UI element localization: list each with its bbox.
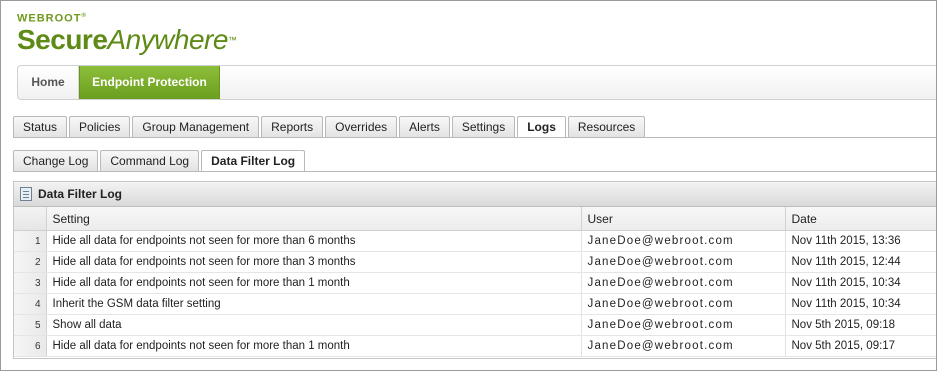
table-header-row: Setting User Date	[14, 207, 936, 231]
tab-status[interactable]: Status	[13, 116, 68, 137]
setting-cell: Hide all data for endpoints not seen for…	[46, 272, 582, 294]
setting-cell: Hide all data for endpoints not seen for…	[46, 230, 582, 252]
date-cell: Nov 5th 2015, 09:18	[785, 314, 936, 336]
user-cell: JaneDoe@webroot.com	[581, 251, 786, 273]
nav-home-button[interactable]: Home	[18, 66, 79, 99]
row-number: 1	[14, 230, 47, 252]
date-cell: Nov 11th 2015, 13:36	[785, 230, 936, 252]
table-row[interactable]: 2 Hide all data for endpoints not seen f…	[14, 251, 936, 273]
setting-cell: Inherit the GSM data filter setting	[46, 293, 582, 315]
data-filter-log-table: Setting User Date 1 Hide all data for en…	[14, 207, 936, 357]
user-cell: JaneDoe@webroot.com	[581, 314, 786, 336]
webroot-logo: WEBROOT® SecureAnywhere™	[17, 11, 237, 55]
row-number: 4	[14, 293, 47, 315]
subtab-command-log[interactable]: Command Log	[100, 150, 200, 171]
date-cell: Nov 5th 2015, 09:17	[785, 335, 936, 357]
tab-policies[interactable]: Policies	[69, 116, 131, 137]
tab-settings[interactable]: Settings	[451, 116, 516, 137]
main-tabs: Status Policies Group Management Reports…	[13, 116, 646, 138]
table-row[interactable]: 1 Hide all data for endpoints not seen f…	[14, 230, 936, 252]
user-cell: JaneDoe@webroot.com	[581, 293, 786, 315]
setting-cell: Hide all data for endpoints not seen for…	[46, 251, 582, 273]
nav-endpoint-protection-button[interactable]: Endpoint Protection	[79, 66, 220, 99]
tab-group-management[interactable]: Group Management	[132, 116, 260, 137]
tab-divider	[13, 137, 936, 138]
setting-cell: Hide all data for endpoints not seen for…	[46, 335, 582, 357]
panel-header: Data Filter Log	[14, 182, 936, 207]
subtab-change-log[interactable]: Change Log	[13, 150, 99, 171]
table-row[interactable]: 4 Inherit the GSM data filter setting Ja…	[14, 293, 936, 315]
log-document-icon	[20, 187, 32, 201]
user-cell: JaneDoe@webroot.com	[581, 335, 786, 357]
logo-brand: WEBROOT®	[17, 12, 87, 25]
subtab-divider	[13, 171, 936, 172]
setting-cell: Show all data	[46, 314, 582, 336]
tab-reports[interactable]: Reports	[261, 116, 324, 137]
data-filter-log-panel: Data Filter Log Setting User Date 1 Hide…	[13, 181, 936, 359]
top-nav: Home Endpoint Protection	[17, 65, 936, 100]
user-cell: JaneDoe@webroot.com	[581, 230, 786, 252]
user-cell: JaneDoe@webroot.com	[581, 272, 786, 294]
date-cell: Nov 11th 2015, 12:44	[785, 251, 936, 273]
table-row[interactable]: 3 Hide all data for endpoints not seen f…	[14, 272, 936, 294]
row-number: 3	[14, 272, 47, 294]
subtab-data-filter-log[interactable]: Data Filter Log	[201, 150, 306, 172]
tab-logs[interactable]: Logs	[517, 116, 566, 138]
log-subtabs: Change Log Command Log Data Filter Log	[13, 150, 306, 172]
app-window: WEBROOT® SecureAnywhere™ Home Endpoint P…	[0, 0, 937, 371]
row-number: 6	[14, 335, 47, 357]
row-number: 5	[14, 314, 47, 336]
tab-alerts[interactable]: Alerts	[399, 116, 450, 137]
column-header-rownum	[14, 207, 47, 231]
panel-title: Data Filter Log	[38, 187, 123, 201]
column-header-date[interactable]: Date	[785, 207, 936, 231]
tab-resources[interactable]: Resources	[567, 116, 646, 137]
column-header-setting[interactable]: Setting	[46, 207, 582, 231]
date-cell: Nov 11th 2015, 10:34	[785, 293, 936, 315]
row-number: 2	[14, 251, 47, 273]
column-header-user[interactable]: User	[581, 207, 786, 231]
logo-product: SecureAnywhere™	[17, 23, 237, 55]
tab-overrides[interactable]: Overrides	[325, 116, 398, 137]
date-cell: Nov 11th 2015, 10:34	[785, 272, 936, 294]
table-row[interactable]: 5 Show all data JaneDoe@webroot.com Nov …	[14, 314, 936, 336]
table-row[interactable]: 6 Hide all data for endpoints not seen f…	[14, 335, 936, 357]
